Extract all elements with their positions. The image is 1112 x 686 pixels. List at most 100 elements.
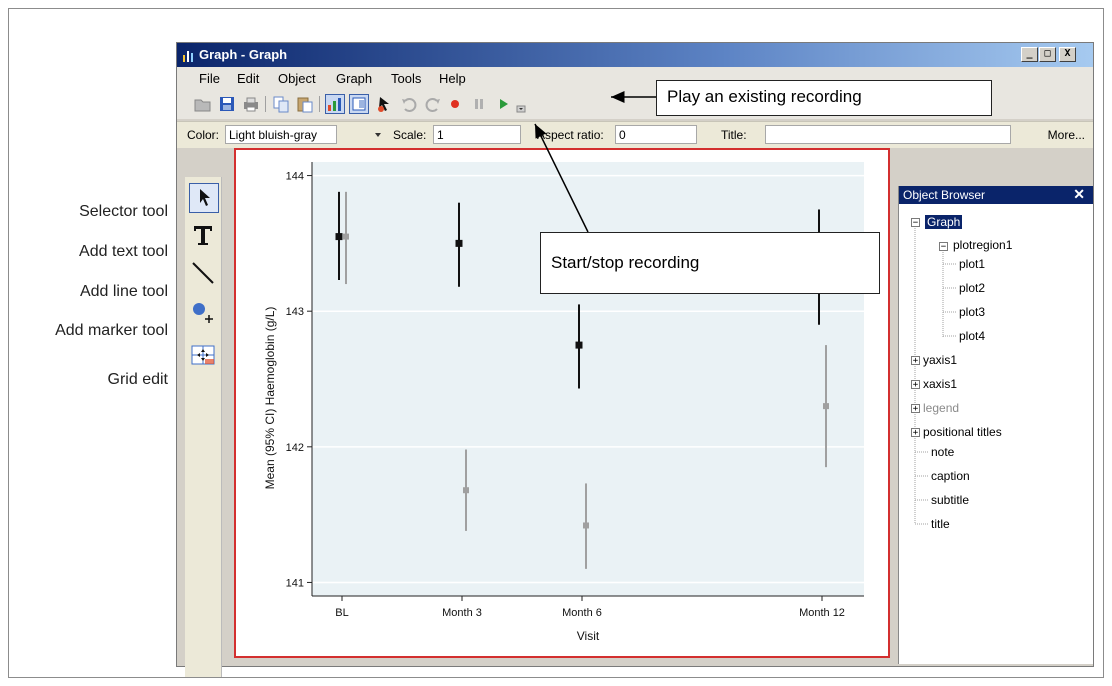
- label-selector-tool: Selector tool: [79, 203, 168, 220]
- tree-node-caption[interactable]: caption: [931, 469, 970, 483]
- redo-icon[interactable]: [423, 94, 443, 114]
- menu-graph[interactable]: Graph: [336, 71, 372, 86]
- mean-marker: [575, 341, 583, 349]
- label-grid-edit: Grid edit: [107, 371, 168, 388]
- aspect-ratio-input[interactable]: 0: [615, 125, 697, 144]
- scale-label: Scale:: [393, 128, 427, 142]
- mean-marker: [583, 522, 589, 529]
- mean-marker: [343, 233, 349, 240]
- tree-node-yaxis1[interactable]: yaxis1: [923, 353, 957, 367]
- add-text-tool-button[interactable]: [189, 221, 219, 251]
- color-label: Color:: [187, 128, 220, 142]
- tree-node-plotregion1[interactable]: plotregion1: [953, 238, 1012, 252]
- object-browser-panel: Object Browser ✕ − Graph − plotregion1 p…: [898, 186, 1093, 664]
- open-icon[interactable]: [193, 94, 213, 114]
- chevron-down-icon[interactable]: [373, 129, 383, 139]
- toolbar-options-icon[interactable]: [515, 94, 527, 114]
- graph-app-icon: [183, 51, 193, 62]
- grid-edit-tool-button[interactable]: [189, 341, 219, 371]
- properties-bar: Color: Light bluish-gray Scale: 1 Aspect…: [177, 121, 1093, 148]
- text-t-icon: [194, 226, 212, 245]
- mean-marker: [335, 233, 343, 241]
- tree-node-plot1[interactable]: plot1: [959, 257, 985, 271]
- add-line-tool-button[interactable]: [189, 259, 219, 289]
- expand-legend-toggle[interactable]: +: [911, 404, 920, 414]
- paste-icon[interactable]: [295, 94, 315, 114]
- menu-edit[interactable]: Edit: [237, 71, 259, 86]
- graph-editor-icon[interactable]: [325, 94, 345, 114]
- title-label: Title:: [721, 128, 747, 142]
- mean-marker: [455, 239, 463, 247]
- graph-canvas[interactable]: 141 142 143 144 BL Month 3 Month 6 Month 12 Mea…: [234, 148, 890, 658]
- label-add-marker-tool: Add marker tool: [55, 322, 168, 339]
- tree-node-legend[interactable]: legend: [923, 401, 959, 415]
- grid-move-icon: [191, 345, 215, 365]
- add-marker-tool-button[interactable]: [189, 297, 219, 327]
- label-add-line-tool: Add line tool: [79, 283, 168, 300]
- more-button[interactable]: More...: [1048, 128, 1085, 142]
- y-tick-label: 144: [286, 171, 304, 183]
- tree-node-positional-titles[interactable]: positional titles: [923, 425, 1002, 439]
- save-icon[interactable]: [217, 94, 237, 114]
- collapse-plotregion-toggle[interactable]: −: [939, 242, 948, 252]
- undo-icon[interactable]: [399, 94, 419, 114]
- title-input[interactable]: [765, 125, 1011, 144]
- scale-value: 1: [437, 128, 444, 142]
- mean-marker: [823, 403, 829, 410]
- pointer-icon[interactable]: [375, 94, 395, 114]
- object-browser-icon[interactable]: [349, 94, 369, 114]
- tree-node-xaxis1[interactable]: xaxis1: [923, 377, 957, 391]
- menu-file[interactable]: File: [199, 71, 220, 86]
- mean-marker: [463, 487, 469, 494]
- play-icon[interactable]: [493, 94, 513, 114]
- scale-input[interactable]: 1: [433, 125, 521, 144]
- color-select[interactable]: Light bluish-gray: [225, 125, 337, 144]
- close-button[interactable]: X: [1059, 47, 1076, 62]
- tree-node-plot3[interactable]: plot3: [959, 305, 985, 319]
- x-tick-label: Month 6: [562, 607, 602, 619]
- menu-tools[interactable]: Tools: [391, 71, 421, 86]
- toolbar-separator: [265, 96, 266, 112]
- title-bar[interactable]: Graph - Graph _ □ X: [177, 43, 1093, 67]
- y-tick-label: 141: [286, 577, 304, 589]
- tree-node-note[interactable]: note: [931, 445, 954, 459]
- expand-yaxis-toggle[interactable]: +: [911, 356, 920, 366]
- y-tick-label: 143: [286, 306, 304, 318]
- y-tick-label: 142: [286, 442, 304, 454]
- aspect-ratio-label: Aspect ratio:: [537, 128, 604, 142]
- y-axis-title: Mean (95% CI) Haemoglobin (g/L): [263, 307, 277, 490]
- x-tick-label: Month 12: [799, 607, 845, 619]
- tree-node-title[interactable]: title: [931, 517, 950, 531]
- tree-node-plot4[interactable]: plot4: [959, 329, 985, 343]
- marker-plus-icon: [193, 303, 213, 323]
- maximize-button[interactable]: □: [1039, 47, 1056, 62]
- minimize-button[interactable]: _: [1021, 47, 1038, 62]
- expand-positional-titles-toggle[interactable]: +: [911, 428, 920, 438]
- pause-icon[interactable]: [469, 94, 489, 114]
- x-axis-title: Visit: [577, 629, 600, 643]
- play-recording-callout: Play an existing recording: [656, 80, 992, 116]
- selector-tool-button[interactable]: [189, 183, 219, 213]
- print-icon[interactable]: [241, 94, 261, 114]
- label-add-text-tool: Add text tool: [79, 243, 168, 260]
- x-tick-label: BL: [335, 607, 348, 619]
- menu-object[interactable]: Object: [278, 71, 316, 86]
- x-tick-label: Month 3: [442, 607, 482, 619]
- tree-node-subtitle[interactable]: subtitle: [931, 493, 969, 507]
- record-callout: Start/stop recording: [540, 232, 880, 294]
- tool-palette: [185, 177, 222, 677]
- color-select-value: Light bluish-gray: [229, 128, 318, 142]
- tree-node-plot2[interactable]: plot2: [959, 281, 985, 295]
- plot-region: [312, 162, 864, 596]
- copy-icon[interactable]: [271, 94, 291, 114]
- haemoglobin-chart: 141 142 143 144 BL Month 3 Month 6 Month 12 Mea…: [263, 162, 864, 643]
- aspect-ratio-value: 0: [619, 128, 626, 142]
- line-icon: [192, 262, 214, 284]
- menu-help[interactable]: Help: [439, 71, 466, 86]
- expand-xaxis-toggle[interactable]: +: [911, 380, 920, 390]
- window-title: Graph - Graph: [199, 47, 288, 62]
- tree-node-graph[interactable]: Graph: [925, 215, 963, 229]
- arrow-pointer-icon: [200, 189, 210, 206]
- record-icon[interactable]: [445, 94, 465, 114]
- collapse-graph-toggle[interactable]: −: [911, 218, 920, 228]
